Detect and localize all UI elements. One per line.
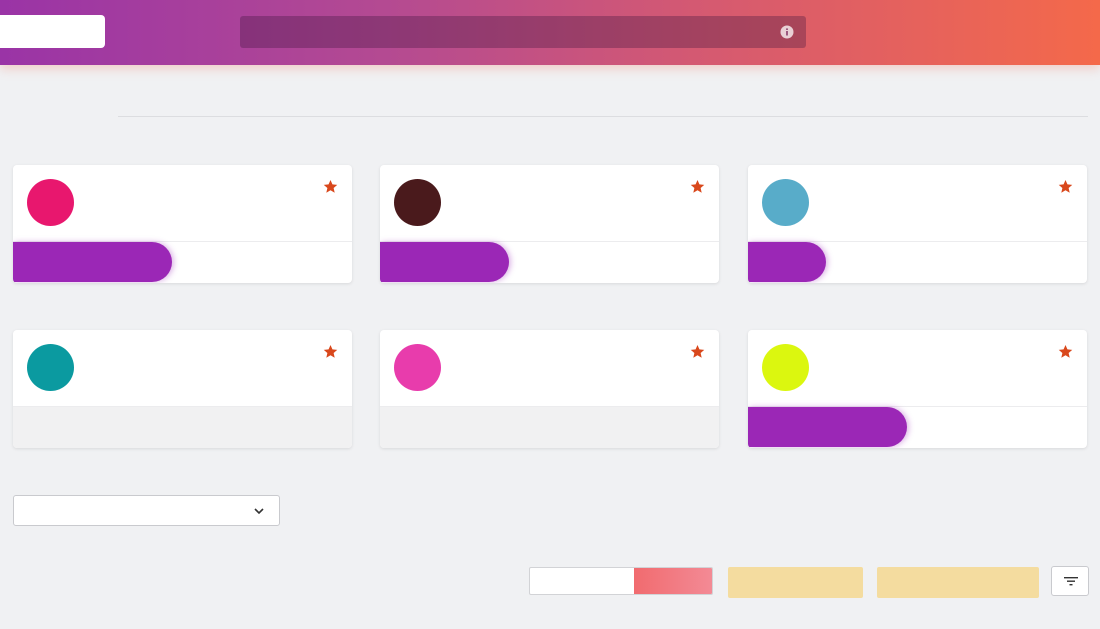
segment-option-left[interactable] xyxy=(530,568,636,594)
item-card[interactable] xyxy=(748,330,1087,448)
top-header xyxy=(0,0,1100,65)
item-card[interactable] xyxy=(748,165,1087,283)
info-icon[interactable] xyxy=(780,25,794,39)
search-input[interactable] xyxy=(240,16,806,48)
logo[interactable] xyxy=(0,15,105,48)
avatar xyxy=(762,179,809,226)
card-divider xyxy=(380,406,719,407)
star-icon[interactable] xyxy=(1058,179,1073,194)
chevron-down-icon xyxy=(254,508,264,515)
progress-bar xyxy=(748,407,907,447)
section-divider xyxy=(118,116,1088,117)
action-button-1[interactable] xyxy=(728,567,863,598)
dropdown-select[interactable] xyxy=(13,495,280,526)
segmented-control[interactable] xyxy=(529,567,713,595)
progress-bar xyxy=(13,242,172,282)
star-icon[interactable] xyxy=(323,179,338,194)
star-icon[interactable] xyxy=(323,344,338,359)
star-icon[interactable] xyxy=(1058,344,1073,359)
progress-bar xyxy=(380,242,509,282)
item-card[interactable] xyxy=(380,330,719,448)
card-divider xyxy=(13,406,352,407)
star-icon[interactable] xyxy=(690,344,705,359)
filter-button[interactable] xyxy=(1051,566,1089,596)
segment-option-right-active[interactable] xyxy=(634,568,712,594)
filter-icon xyxy=(1064,577,1078,586)
avatar xyxy=(394,179,441,226)
card-footer xyxy=(13,406,352,448)
avatar xyxy=(27,179,74,226)
item-card[interactable] xyxy=(380,165,719,283)
item-card[interactable] xyxy=(13,330,352,448)
avatar xyxy=(762,344,809,391)
avatar xyxy=(394,344,441,391)
avatar xyxy=(27,344,74,391)
card-footer xyxy=(380,406,719,448)
action-button-2[interactable] xyxy=(877,567,1039,598)
item-card[interactable] xyxy=(13,165,352,283)
star-icon[interactable] xyxy=(690,179,705,194)
progress-bar xyxy=(748,242,826,282)
